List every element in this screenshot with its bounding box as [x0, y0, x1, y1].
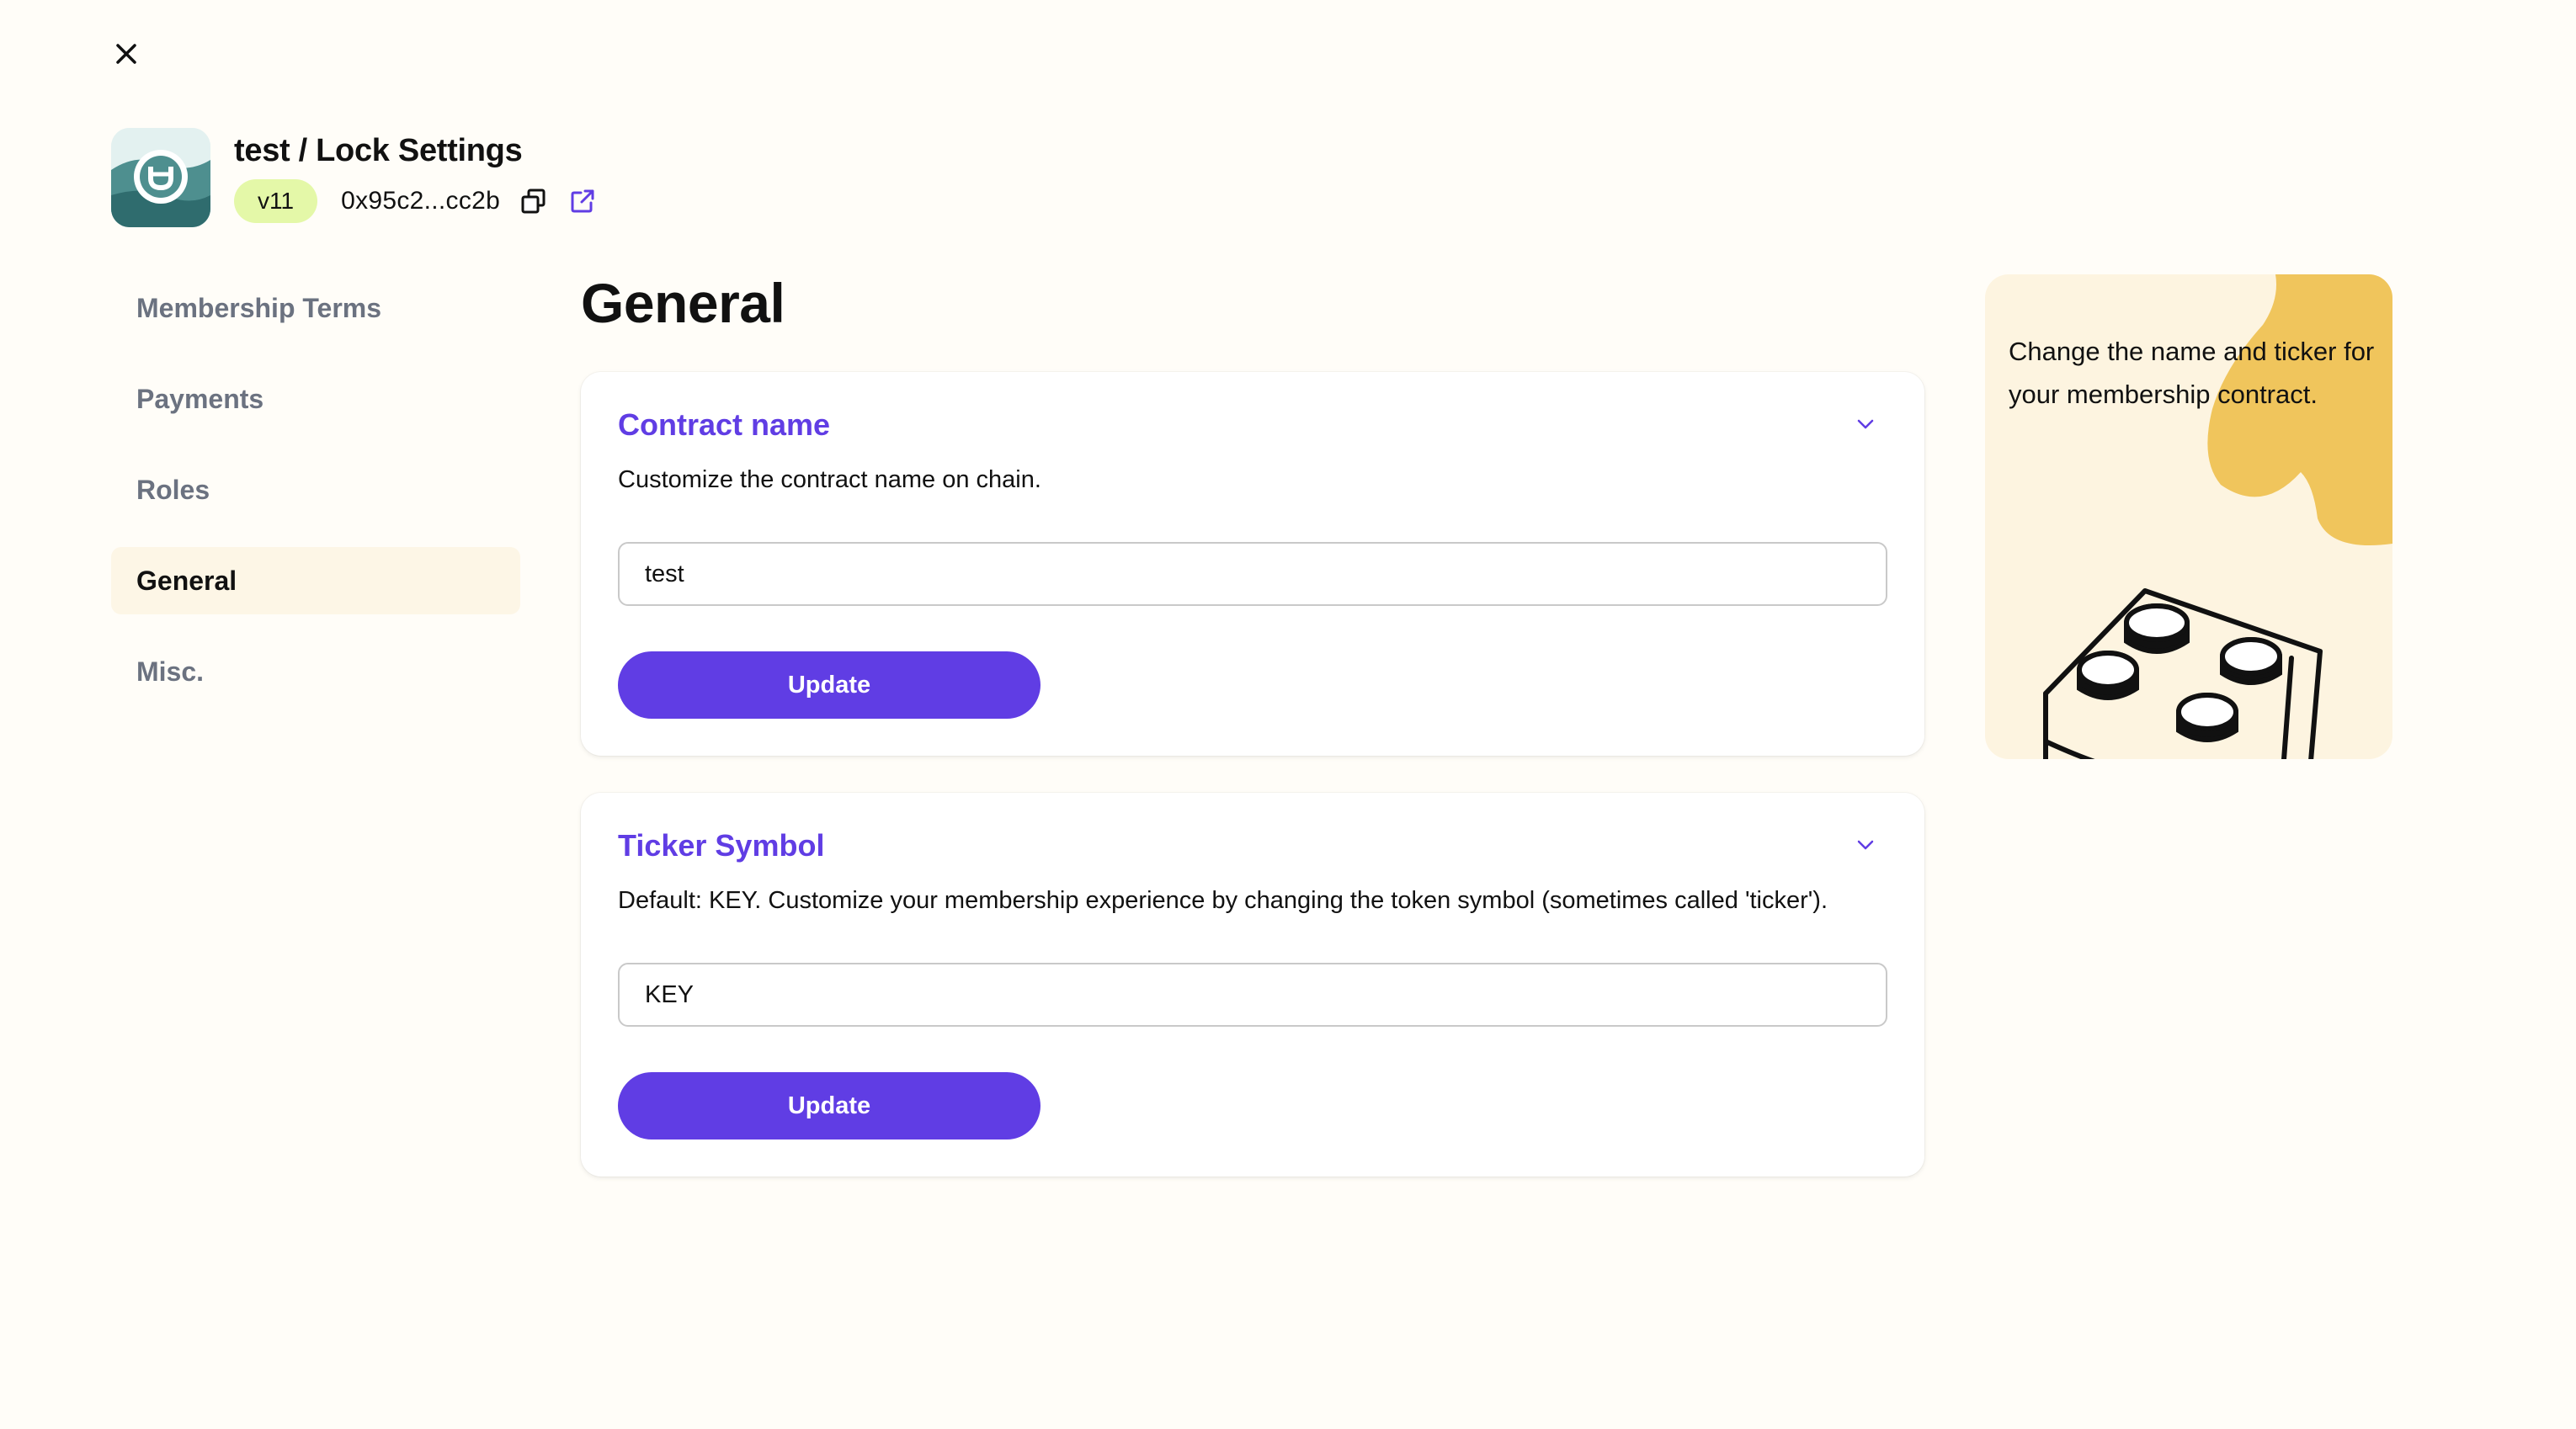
view-on-explorer-button[interactable] — [567, 186, 598, 216]
contract-name-input[interactable] — [618, 542, 1887, 606]
copy-address-button[interactable] — [519, 186, 549, 216]
external-link-icon — [571, 189, 594, 212]
version-badge: v11 — [234, 178, 318, 223]
copy-icon — [521, 189, 546, 213]
sidebar-item-misc[interactable]: Misc. — [111, 638, 520, 705]
sidebar-item-general[interactable]: General — [111, 547, 520, 614]
chevron-down-icon[interactable] — [1854, 412, 1877, 436]
lock-address: 0x95c2...cc2b — [341, 186, 501, 215]
section-title: General — [581, 272, 785, 334]
card-description: Customize the contract name on chain. — [618, 466, 1041, 493]
update-ticker-button[interactable]: Update — [618, 1072, 1041, 1139]
ticker-symbol-card: Ticker Symbol Default: KEY. Customize yo… — [581, 793, 1924, 1177]
chevron-down-icon[interactable] — [1854, 833, 1877, 857]
settings-sidebar: Membership Terms Payments Roles General … — [111, 274, 520, 729]
contract-name-card: Contract name Customize the contract nam… — [581, 372, 1924, 756]
card-title: Contract name — [618, 407, 831, 442]
close-button[interactable] — [109, 37, 143, 71]
update-contract-name-button[interactable]: Update — [618, 651, 1041, 719]
lock-header: test / Lock Settings v11 0x95c2...cc2b — [111, 128, 598, 227]
ticker-symbol-input[interactable] — [618, 963, 1887, 1027]
sidebar-item-membership-terms[interactable]: Membership Terms — [111, 274, 520, 342]
close-icon — [116, 44, 136, 64]
card-description: Default: KEY. Customize your membership … — [618, 887, 1828, 914]
help-text: Change the name and ticker for your memb… — [2009, 337, 2375, 409]
help-panel: Change the name and ticker for your memb… — [1985, 274, 2392, 759]
sidebar-item-payments[interactable]: Payments — [111, 365, 520, 433]
page-header-title: test / Lock Settings — [234, 132, 523, 168]
lock-avatar — [111, 128, 210, 227]
card-title: Ticker Symbol — [618, 828, 825, 863]
sidebar-item-roles[interactable]: Roles — [111, 456, 520, 523]
lock-settings-page: test / Lock Settings v11 0x95c2...cc2b M… — [0, 0, 2576, 1429]
lego-brick-illustration — [2043, 588, 2323, 759]
main-content: General Contract name Customize the cont… — [581, 271, 1924, 1177]
